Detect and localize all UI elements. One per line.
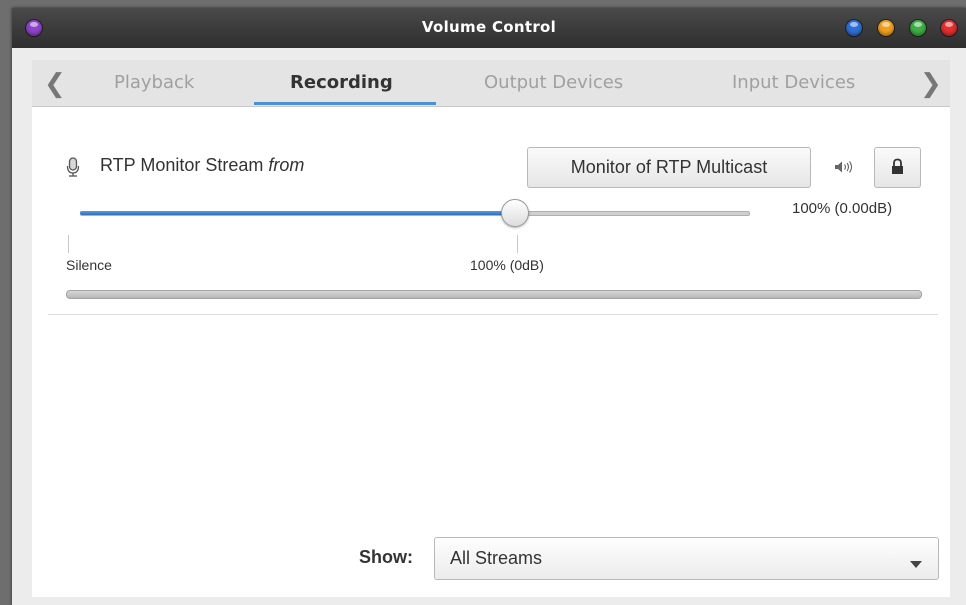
stream-name: RTP Monitor Stream xyxy=(100,155,264,175)
streams-panel: RTP Monitor Stream from Monitor of RTP M… xyxy=(32,107,950,597)
silence-tick xyxy=(68,235,69,253)
show-streams-dropdown[interactable]: All Streams xyxy=(434,537,939,580)
show-streams-value: All Streams xyxy=(450,548,543,568)
peak-meter xyxy=(66,290,922,299)
volume-slider[interactable] xyxy=(80,199,750,235)
stream-title: RTP Monitor Stream from xyxy=(100,155,304,176)
chevron-right-icon[interactable]: ❯ xyxy=(920,69,942,99)
source-device-button[interactable]: Monitor of RTP Multicast xyxy=(527,147,811,188)
volume-readout: 100% (0.00dB) xyxy=(792,200,893,217)
tab-bar: ❮ Playback Recording Output Devices Inpu… xyxy=(32,60,950,107)
silence-label: Silence xyxy=(66,257,112,273)
title-bar[interactable]: Volume Control xyxy=(12,8,966,48)
unity-tick xyxy=(517,235,518,253)
stream-from-label: from xyxy=(268,155,305,175)
volume-control-window: Volume Control ❮ Playback Recording Outp… xyxy=(12,8,966,605)
stick-button[interactable] xyxy=(846,20,862,36)
close-button[interactable] xyxy=(941,20,957,36)
tab-recording[interactable]: Recording xyxy=(290,72,393,93)
maximize-button[interactable] xyxy=(910,20,926,36)
tab-input-devices[interactable]: Input Devices xyxy=(732,72,855,93)
active-tab-indicator xyxy=(254,102,436,105)
lock-channels-button[interactable] xyxy=(874,147,921,188)
stream-separator xyxy=(48,314,938,315)
unity-label: 100% (0dB) xyxy=(470,257,544,273)
volume-slider-fill xyxy=(80,211,515,215)
show-label: Show: xyxy=(359,547,413,567)
tab-output-devices[interactable]: Output Devices xyxy=(484,72,623,93)
triangle-down-icon xyxy=(910,554,922,568)
lock-icon xyxy=(891,158,904,175)
volume-slider-handle[interactable] xyxy=(501,199,530,227)
microphone-icon xyxy=(66,157,80,177)
minimize-button[interactable] xyxy=(878,20,894,36)
window-title: Volume Control xyxy=(421,18,557,36)
source-device-label: Monitor of RTP Multicast xyxy=(570,157,768,177)
speaker-icon[interactable] xyxy=(834,159,854,173)
tab-playback[interactable]: Playback xyxy=(114,72,194,93)
chevron-left-icon[interactable]: ❮ xyxy=(44,69,66,99)
